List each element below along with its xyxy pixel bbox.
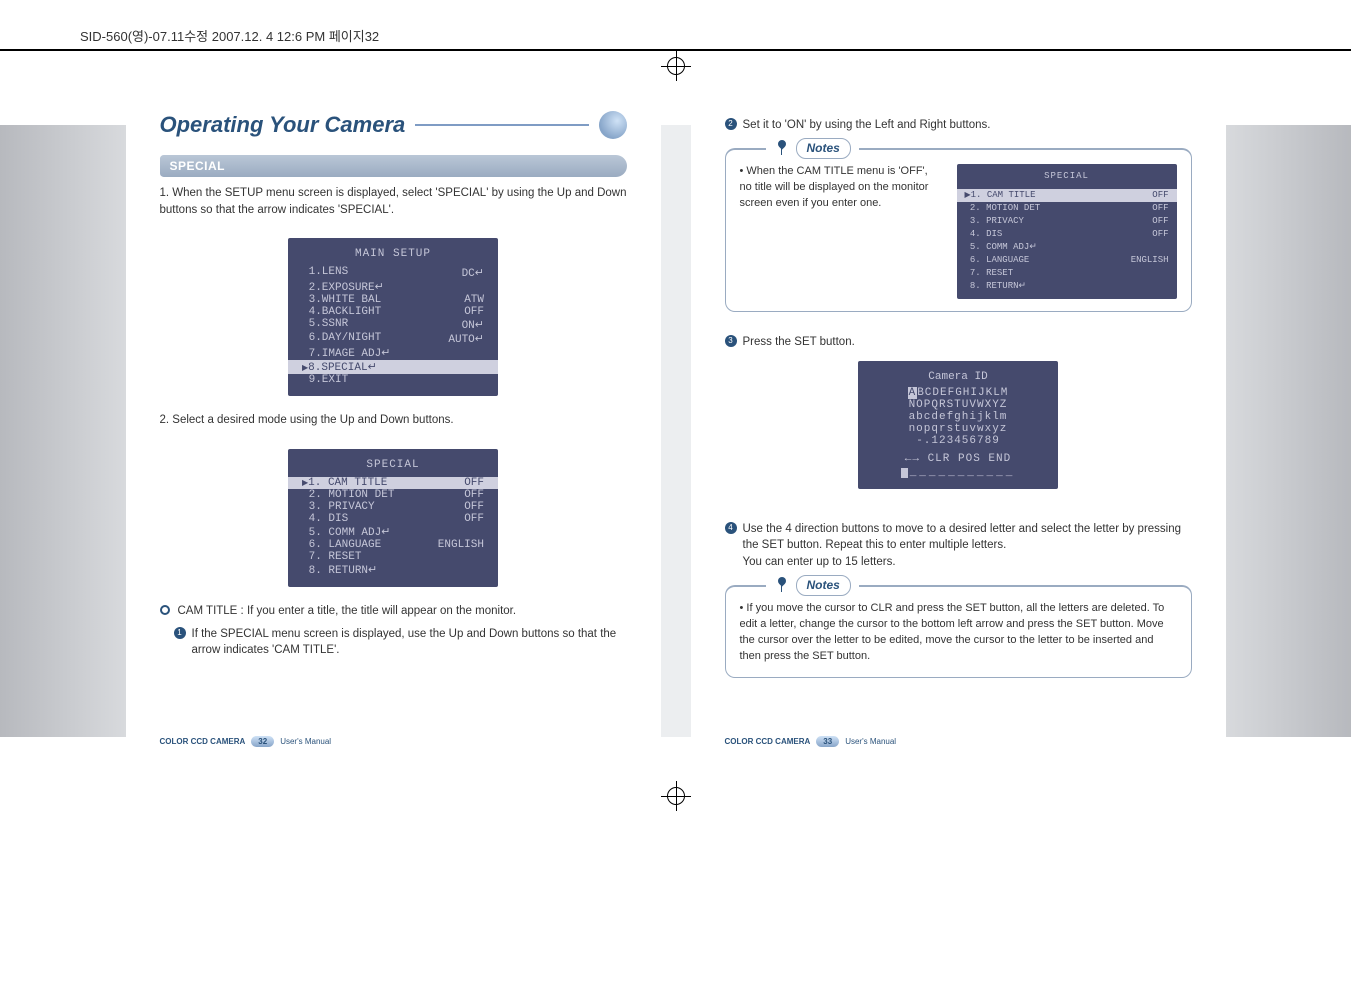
section-tab-special: SPECIAL (160, 155, 627, 177)
osd-menu-row: 4. DISOFF (302, 513, 484, 525)
osd-menu-row: 5.SSNRON↵ (302, 318, 484, 332)
osd-cursor-row: ___________ (872, 467, 1044, 479)
circled-4-icon: 4 (725, 522, 737, 534)
step-3-line: 3 Press the SET button. (725, 334, 1192, 351)
osd-menu-row: 3. PRIVACYOFF (302, 501, 484, 513)
step-4-text-b: You can enter up to 15 letters. (743, 556, 896, 568)
osd-camera-id: Camera ID ABCDEFGHIJKLMNOPQRSTUVWXYZabcd… (858, 361, 1058, 489)
osd-menu-row: 4.BACKLIGHTOFF (302, 306, 484, 318)
footer-tail: User's Manual (845, 737, 896, 746)
print-header: SID-560(영)-07.11수정 2007.12. 4 12:6 PM 페이… (0, 20, 1351, 51)
osd-menu-row: 2. MOTION DETOFF (965, 202, 1169, 215)
left-step1-text: 1. When the SETUP menu screen is display… (160, 185, 627, 218)
page-footer-right: COLOR CCD CAMERA 33 User's Manual (725, 716, 1192, 747)
registration-mark-top (661, 51, 691, 81)
osd-input-underline: ___________ (910, 467, 1016, 479)
osd-cursor-block (901, 468, 908, 478)
osd-char-row: nopqrstuvwxyz (872, 423, 1044, 435)
osd-menu-row: 2.EXPOSURE↵ (302, 280, 484, 294)
osd-menu-row: 1. CAM TITLEOFF (288, 477, 498, 489)
osd-special-small: SPECIAL 1. CAM TITLEOFF2. MOTION DETOFF3… (957, 164, 1177, 299)
osd-menu-row: 1. CAM TITLEOFF (957, 189, 1177, 202)
osd-menu-row: 8.SPECIAL↵ (288, 360, 498, 374)
notes-box-1: Notes • When the CAM TITLE menu is 'OFF'… (725, 148, 1192, 312)
cam-title-bullet: CAM TITLE : If you enter a title, the ti… (160, 603, 627, 620)
note1-text: • When the CAM TITLE menu is 'OFF', no t… (740, 164, 943, 299)
circled-3-icon: 3 (725, 335, 737, 347)
osd-menu-row: 7.IMAGE ADJ↵ (302, 346, 484, 360)
bullet-icon (160, 605, 170, 615)
osd-char-row: NOPQRSTUVWXYZ (872, 399, 1044, 411)
osd-menu-row: 7. RESET (302, 551, 484, 563)
osd-menu-row: 5. COMM ADJ↵ (302, 525, 484, 539)
osd-menu-row: 1.LENSDC↵ (302, 266, 484, 280)
osd-actions-row: ←→ CLR POS END (872, 453, 1044, 465)
step-4-text: Use the 4 direction buttons to move to a… (743, 523, 1182, 552)
page-left: Operating Your Camera SPECIAL 1. When th… (126, 91, 661, 771)
osd-title: MAIN SETUP (302, 248, 484, 260)
footer-lead: COLOR CCD CAMERA (725, 737, 811, 746)
osd-char-row: abcdefghijklm (872, 411, 1044, 423)
osd-title: Camera ID (872, 371, 1044, 383)
osd-char-row: ABCDEFGHIJKLM (872, 387, 1044, 399)
page-number: 32 (251, 736, 274, 747)
osd-main-setup: MAIN SETUP 1.LENSDC↵2.EXPOSURE↵3.WHITE B… (288, 238, 498, 396)
chapter-title: Operating Your Camera (160, 112, 406, 138)
step-2-line: 2 Set it to 'ON' by using the Left and R… (725, 117, 1192, 134)
pin-icon (774, 140, 790, 156)
osd-menu-row: 2. MOTION DETOFF (302, 489, 484, 501)
cam-title-bullet-text: CAM TITLE : If you enter a title, the ti… (178, 605, 517, 617)
osd-menu-row: 6. LANGUAGEENGLISH (965, 254, 1169, 267)
left-step2-text: 2. Select a desired mode using the Up an… (160, 412, 627, 429)
registration-mark-bottom (661, 781, 691, 811)
osd-menu-row: 6. LANGUAGEENGLISH (302, 539, 484, 551)
chapter-rule (415, 124, 588, 126)
osd-menu-row: 8. RETURN↵ (302, 563, 484, 577)
footer-lead: COLOR CCD CAMERA (160, 737, 246, 746)
chapter-dot-icon (599, 111, 627, 139)
step-2-text: Set it to 'ON' by using the Left and Rig… (743, 119, 991, 131)
pin-icon (774, 577, 790, 593)
osd-menu-row: 8. RETURN↵ (965, 280, 1169, 293)
step-3-text: Press the SET button. (743, 336, 855, 348)
step-4-line: 4 Use the 4 direction buttons to move to… (725, 521, 1192, 571)
osd-menu-row: 7. RESET (965, 267, 1169, 280)
step-1-note: 1 If the SPECIAL menu screen is displaye… (160, 626, 627, 659)
circled-1-icon: 1 (174, 627, 186, 639)
osd-menu-row: 5. COMM ADJ↵ (965, 241, 1169, 254)
notes-label: Notes (796, 575, 851, 596)
notes-box-2: Notes • If you move the cursor to CLR an… (725, 585, 1192, 678)
osd-title: SPECIAL (965, 170, 1169, 183)
circled-2-icon: 2 (725, 118, 737, 130)
osd-menu-row: 3.WHITE BALATW (302, 294, 484, 306)
osd-char-row: -.123456789 (872, 435, 1044, 447)
page-footer-left: COLOR CCD CAMERA 32 User's Manual (160, 716, 627, 747)
step-1-note-text: If the SPECIAL menu screen is displayed,… (192, 628, 617, 657)
osd-title: SPECIAL (302, 459, 484, 471)
page-right: 2 Set it to 'ON' by using the Left and R… (691, 91, 1226, 771)
notes-label: Notes (796, 138, 851, 159)
page-number: 33 (816, 736, 839, 747)
osd-special: SPECIAL 1. CAM TITLEOFF2. MOTION DETOFF3… (288, 449, 498, 587)
osd-menu-row: 4. DISOFF (965, 228, 1169, 241)
osd-menu-row: 3. PRIVACYOFF (965, 215, 1169, 228)
osd-menu-row: 6.DAY/NIGHTAUTO↵ (302, 332, 484, 346)
note2-text: • If you move the cursor to CLR and pres… (740, 601, 1177, 665)
osd-menu-row: 9.EXIT (302, 374, 484, 386)
footer-tail: User's Manual (280, 737, 331, 746)
